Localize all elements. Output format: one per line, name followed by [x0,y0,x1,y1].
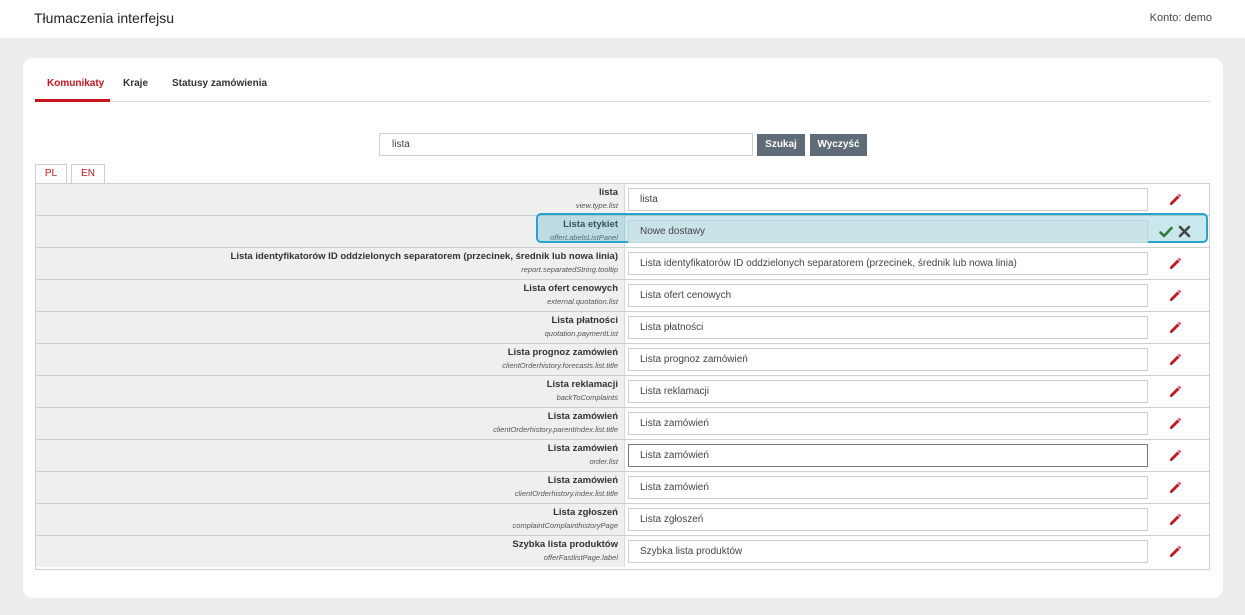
search-button[interactable]: Szukaj [757,134,805,156]
translation-key: offerFastlistPage.label [543,553,618,562]
translation-row: Lista zamówień clientOrderhistory.index.l… [36,472,1209,504]
edit-pencil-icon[interactable] [1167,480,1183,496]
translation-label: Lista zamówień [547,411,618,422]
translation-value-input[interactable]: Szybka lista produktów [628,540,1148,563]
translation-key: report.separatedString.tooltip [521,265,618,274]
label-cell: Lista zamówień order.list [36,440,625,471]
confirm-check-icon[interactable] [1159,225,1173,239]
translation-label: Lista płatności [551,315,618,326]
translation-row: lista view.type.list lista [36,184,1209,216]
label-cell: Lista zamówień clientOrderhistory.index.l… [36,472,625,503]
translation-value-input[interactable]: Lista zamówień [628,476,1148,499]
translation-key: view.type.list [575,201,618,210]
translation-row: Lista etykiet offerLabelsListPanel Nowe do… [36,213,1209,248]
translation-row: Lista ofert cenowych external.quotation.l… [36,280,1209,312]
translation-value-input[interactable]: Nowe dostawy [628,220,1148,243]
label-cell: Lista identyfikatorów ID oddzielonych se… [36,248,625,279]
top-bar: Tłumaczenia interfejsu Konto: demo [0,0,1245,38]
translation-row: Lista zamówień order.list Lista zamówień [36,440,1209,472]
translation-row: Szybka lista produktów offerFastlistPage.… [36,536,1209,568]
translations-table: lista view.type.list lista Lista etykiet off… [35,183,1210,570]
translation-label: Lista ofert cenowych [523,283,619,294]
language-tab-en[interactable]: EN [71,164,105,183]
translation-value-input[interactable]: Lista identyfikatorów ID oddzielonych se… [628,252,1148,275]
edit-pencil-icon[interactable] [1167,288,1183,304]
tab-kraje[interactable]: Kraje [123,78,148,89]
tab-bar: Komunikaty Kraje Statusy zamówienia [35,76,1210,102]
translation-label: Lista etykiet [563,219,618,230]
label-cell: Lista płatności quotation.paymentList [36,312,625,343]
label-cell: Lista etykiet offerLabelsListPanel [36,216,625,247]
edit-pencil-icon[interactable] [1167,448,1183,464]
translation-value-input[interactable]: Lista zgłoszeń [628,508,1148,531]
tab-statusy-zamowienia[interactable]: Statusy zamówienia [172,78,267,89]
translation-key: quotation.paymentList [544,329,618,338]
translation-label: Lista prognoz zamówień [507,347,618,358]
translation-label: Lista reklamacji [546,379,618,390]
translation-row: Lista zgłoszeń complaintComplainthistoryP… [36,504,1209,536]
label-cell: lista view.type.list [36,184,625,215]
edit-pencil-icon[interactable] [1167,544,1183,560]
translation-key: clientOrderhistory.forecasts.list.title [502,361,618,370]
translation-key: order.list [589,457,618,466]
translation-value-input[interactable]: lista [628,188,1148,211]
edit-pencil-icon[interactable] [1167,192,1183,208]
edit-pencil-icon[interactable] [1167,256,1183,272]
label-cell: Lista ofert cenowych external.quotation.l… [36,280,625,311]
translation-label: Lista identyfikatorów ID oddzielonych se… [230,251,618,262]
main-card: Komunikaty Kraje Statusy zamówienia list… [23,58,1223,598]
translation-key: complaintComplainthistoryPage [512,521,618,530]
translation-value-input[interactable]: Lista ofert cenowych [628,284,1148,307]
tab-komunikaty[interactable]: Komunikaty [47,78,104,89]
label-cell: Lista zamówień clientOrderhistory.parentI… [36,408,625,439]
cancel-x-icon[interactable] [1178,225,1191,238]
active-tab-indicator [35,99,110,102]
clear-button[interactable]: Wyczyść [810,134,867,156]
translation-row: Lista płatności quotation.paymentList List… [36,312,1209,344]
translation-row: Lista zamówień clientOrderhistory.parentI… [36,408,1209,440]
page-title: Tłumaczenia interfejsu [34,10,175,26]
translation-label: Lista zamówień [547,443,618,454]
translation-row: Lista identyfikatorów ID oddzielonych se… [36,248,1209,280]
language-tab-pl[interactable]: PL [35,164,67,183]
edit-pencil-icon[interactable] [1167,352,1183,368]
translation-row: Lista prognoz zamówień clientOrderhistory… [36,344,1209,376]
translation-key: external.quotation.list [547,297,618,306]
translation-value-input[interactable]: Lista prognoz zamówień [628,348,1148,371]
translation-label: lista [598,187,618,198]
search-input[interactable]: lista [379,133,753,156]
translation-label: Lista zgłoszeń [553,507,618,518]
translation-value-input[interactable]: Lista płatności [628,316,1148,339]
label-cell: Szybka lista produktów offerFastlistPage.… [36,536,625,567]
translation-value-input[interactable]: Lista zamówień [628,444,1148,467]
translation-key: clientOrderhistory.parentIndex.list.titl… [493,425,618,434]
translation-key: clientOrderhistory.index.list.title [514,489,618,498]
account-label: Konto: demo [1149,12,1212,24]
translation-value-input[interactable]: Lista zamówień [628,412,1148,435]
translation-key: backToComplaints [556,393,618,402]
edit-pencil-icon[interactable] [1167,512,1183,528]
label-cell: Lista reklamacji backToComplaints [36,376,625,407]
edit-pencil-icon[interactable] [1167,384,1183,400]
translation-label: Lista zamówień [547,475,618,486]
translation-label: Szybka lista produktów [512,539,618,550]
label-cell: Lista zgłoszeń complaintComplainthistoryP… [36,504,625,535]
label-cell: Lista prognoz zamówień clientOrderhistory… [36,344,625,375]
translation-key: offerLabelsListPanel [550,233,618,242]
edit-pencil-icon[interactable] [1167,416,1183,432]
edit-pencil-icon[interactable] [1167,320,1183,336]
translation-row: Lista reklamacji backToComplaints Lista re… [36,376,1209,408]
translation-value-input[interactable]: Lista reklamacji [628,380,1148,403]
